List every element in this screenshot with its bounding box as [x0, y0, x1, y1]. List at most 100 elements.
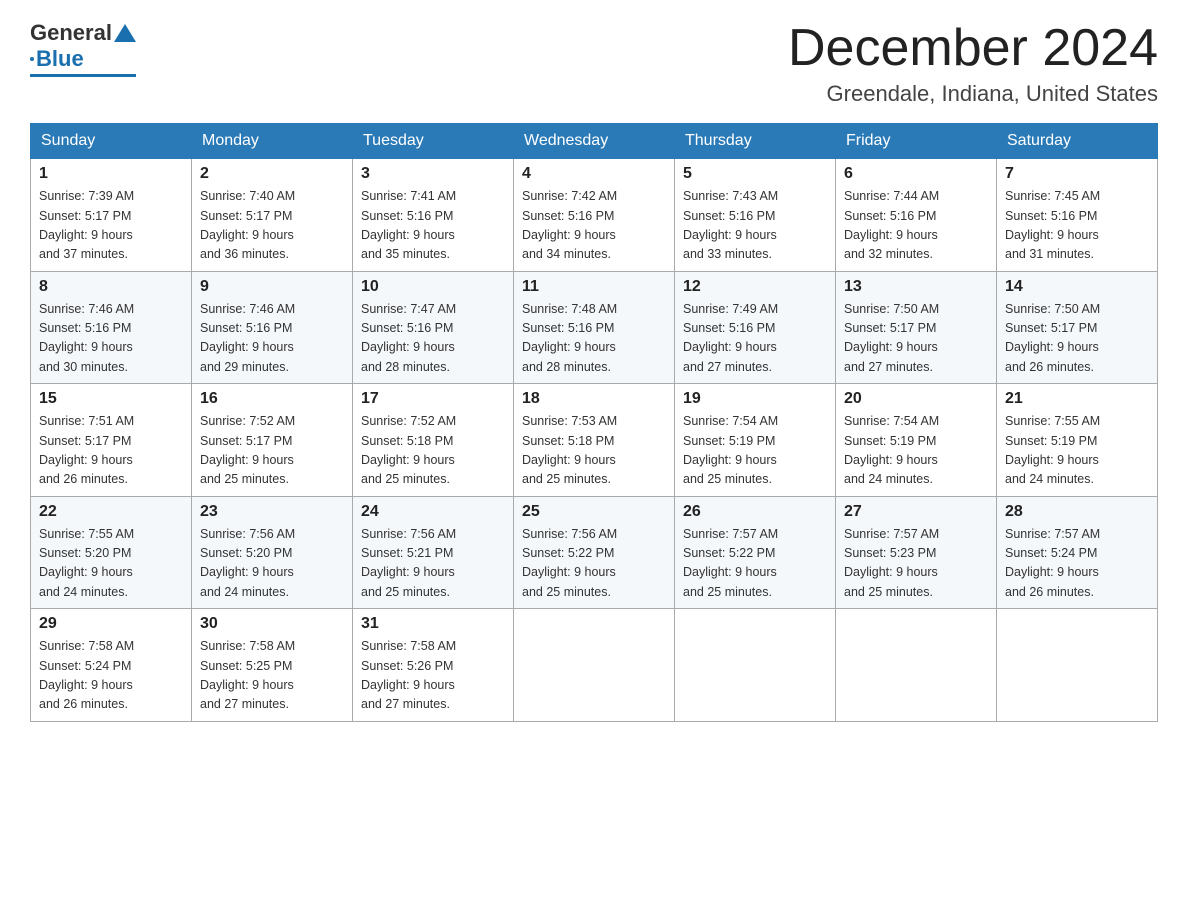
logo-general-text: General	[30, 20, 112, 46]
day-number: 1	[39, 165, 183, 183]
day-info: Sunrise: 7:57 AM Sunset: 5:22 PM Dayligh…	[683, 525, 827, 603]
day-number: 10	[361, 278, 505, 296]
day-info: Sunrise: 7:56 AM Sunset: 5:20 PM Dayligh…	[200, 525, 344, 603]
day-info: Sunrise: 7:54 AM Sunset: 5:19 PM Dayligh…	[683, 412, 827, 490]
day-number: 11	[522, 278, 666, 296]
logo-dot	[30, 57, 34, 61]
day-info: Sunrise: 7:55 AM Sunset: 5:19 PM Dayligh…	[1005, 412, 1149, 490]
day-number: 31	[361, 615, 505, 633]
day-info: Sunrise: 7:46 AM Sunset: 5:16 PM Dayligh…	[39, 300, 183, 378]
calendar-week-row: 15 Sunrise: 7:51 AM Sunset: 5:17 PM Dayl…	[31, 384, 1158, 497]
day-info: Sunrise: 7:58 AM Sunset: 5:26 PM Dayligh…	[361, 637, 505, 715]
table-row: 7 Sunrise: 7:45 AM Sunset: 5:16 PM Dayli…	[997, 159, 1158, 272]
day-number: 23	[200, 503, 344, 521]
table-row: 23 Sunrise: 7:56 AM Sunset: 5:20 PM Dayl…	[192, 496, 353, 609]
day-number: 22	[39, 503, 183, 521]
col-monday: Monday	[192, 124, 353, 159]
day-info: Sunrise: 7:49 AM Sunset: 5:16 PM Dayligh…	[683, 300, 827, 378]
day-number: 6	[844, 165, 988, 183]
table-row: 14 Sunrise: 7:50 AM Sunset: 5:17 PM Dayl…	[997, 271, 1158, 384]
day-info: Sunrise: 7:53 AM Sunset: 5:18 PM Dayligh…	[522, 412, 666, 490]
table-row	[675, 609, 836, 722]
day-info: Sunrise: 7:57 AM Sunset: 5:23 PM Dayligh…	[844, 525, 988, 603]
table-row: 29 Sunrise: 7:58 AM Sunset: 5:24 PM Dayl…	[31, 609, 192, 722]
day-number: 3	[361, 165, 505, 183]
day-info: Sunrise: 7:47 AM Sunset: 5:16 PM Dayligh…	[361, 300, 505, 378]
table-row: 12 Sunrise: 7:49 AM Sunset: 5:16 PM Dayl…	[675, 271, 836, 384]
day-info: Sunrise: 7:40 AM Sunset: 5:17 PM Dayligh…	[200, 187, 344, 265]
col-saturday: Saturday	[997, 124, 1158, 159]
table-row: 6 Sunrise: 7:44 AM Sunset: 5:16 PM Dayli…	[836, 159, 997, 272]
day-number: 21	[1005, 390, 1149, 408]
day-number: 4	[522, 165, 666, 183]
col-tuesday: Tuesday	[353, 124, 514, 159]
col-sunday: Sunday	[31, 124, 192, 159]
day-info: Sunrise: 7:42 AM Sunset: 5:16 PM Dayligh…	[522, 187, 666, 265]
calendar-header-row: Sunday Monday Tuesday Wednesday Thursday…	[31, 124, 1158, 159]
title-section: December 2024 Greendale, Indiana, United…	[788, 20, 1158, 107]
table-row: 20 Sunrise: 7:54 AM Sunset: 5:19 PM Dayl…	[836, 384, 997, 497]
day-info: Sunrise: 7:50 AM Sunset: 5:17 PM Dayligh…	[844, 300, 988, 378]
day-number: 14	[1005, 278, 1149, 296]
table-row: 8 Sunrise: 7:46 AM Sunset: 5:16 PM Dayli…	[31, 271, 192, 384]
table-row: 26 Sunrise: 7:57 AM Sunset: 5:22 PM Dayl…	[675, 496, 836, 609]
day-number: 24	[361, 503, 505, 521]
day-info: Sunrise: 7:52 AM Sunset: 5:17 PM Dayligh…	[200, 412, 344, 490]
day-number: 5	[683, 165, 827, 183]
logo-blue-text: Blue	[36, 46, 84, 72]
table-row: 24 Sunrise: 7:56 AM Sunset: 5:21 PM Dayl…	[353, 496, 514, 609]
calendar-week-row: 1 Sunrise: 7:39 AM Sunset: 5:17 PM Dayli…	[31, 159, 1158, 272]
day-info: Sunrise: 7:45 AM Sunset: 5:16 PM Dayligh…	[1005, 187, 1149, 265]
day-info: Sunrise: 7:57 AM Sunset: 5:24 PM Dayligh…	[1005, 525, 1149, 603]
day-info: Sunrise: 7:48 AM Sunset: 5:16 PM Dayligh…	[522, 300, 666, 378]
table-row	[514, 609, 675, 722]
table-row: 18 Sunrise: 7:53 AM Sunset: 5:18 PM Dayl…	[514, 384, 675, 497]
table-row	[997, 609, 1158, 722]
day-info: Sunrise: 7:44 AM Sunset: 5:16 PM Dayligh…	[844, 187, 988, 265]
col-friday: Friday	[836, 124, 997, 159]
table-row: 11 Sunrise: 7:48 AM Sunset: 5:16 PM Dayl…	[514, 271, 675, 384]
table-row: 3 Sunrise: 7:41 AM Sunset: 5:16 PM Dayli…	[353, 159, 514, 272]
day-info: Sunrise: 7:46 AM Sunset: 5:16 PM Dayligh…	[200, 300, 344, 378]
table-row: 31 Sunrise: 7:58 AM Sunset: 5:26 PM Dayl…	[353, 609, 514, 722]
day-number: 25	[522, 503, 666, 521]
day-info: Sunrise: 7:51 AM Sunset: 5:17 PM Dayligh…	[39, 412, 183, 490]
day-info: Sunrise: 7:58 AM Sunset: 5:25 PM Dayligh…	[200, 637, 344, 715]
table-row: 21 Sunrise: 7:55 AM Sunset: 5:19 PM Dayl…	[997, 384, 1158, 497]
table-row: 4 Sunrise: 7:42 AM Sunset: 5:16 PM Dayli…	[514, 159, 675, 272]
calendar-table: Sunday Monday Tuesday Wednesday Thursday…	[30, 123, 1158, 722]
logo-triangle-icon	[114, 24, 136, 42]
day-number: 26	[683, 503, 827, 521]
day-number: 2	[200, 165, 344, 183]
day-number: 7	[1005, 165, 1149, 183]
day-info: Sunrise: 7:56 AM Sunset: 5:22 PM Dayligh…	[522, 525, 666, 603]
day-number: 17	[361, 390, 505, 408]
table-row: 27 Sunrise: 7:57 AM Sunset: 5:23 PM Dayl…	[836, 496, 997, 609]
day-number: 18	[522, 390, 666, 408]
table-row: 9 Sunrise: 7:46 AM Sunset: 5:16 PM Dayli…	[192, 271, 353, 384]
table-row: 5 Sunrise: 7:43 AM Sunset: 5:16 PM Dayli…	[675, 159, 836, 272]
calendar-week-row: 8 Sunrise: 7:46 AM Sunset: 5:16 PM Dayli…	[31, 271, 1158, 384]
table-row: 13 Sunrise: 7:50 AM Sunset: 5:17 PM Dayl…	[836, 271, 997, 384]
table-row: 1 Sunrise: 7:39 AM Sunset: 5:17 PM Dayli…	[31, 159, 192, 272]
day-info: Sunrise: 7:56 AM Sunset: 5:21 PM Dayligh…	[361, 525, 505, 603]
day-number: 19	[683, 390, 827, 408]
day-number: 27	[844, 503, 988, 521]
table-row: 25 Sunrise: 7:56 AM Sunset: 5:22 PM Dayl…	[514, 496, 675, 609]
table-row: 30 Sunrise: 7:58 AM Sunset: 5:25 PM Dayl…	[192, 609, 353, 722]
day-number: 8	[39, 278, 183, 296]
table-row: 2 Sunrise: 7:40 AM Sunset: 5:17 PM Dayli…	[192, 159, 353, 272]
table-row: 19 Sunrise: 7:54 AM Sunset: 5:19 PM Dayl…	[675, 384, 836, 497]
day-info: Sunrise: 7:39 AM Sunset: 5:17 PM Dayligh…	[39, 187, 183, 265]
day-info: Sunrise: 7:50 AM Sunset: 5:17 PM Dayligh…	[1005, 300, 1149, 378]
day-number: 12	[683, 278, 827, 296]
day-info: Sunrise: 7:54 AM Sunset: 5:19 PM Dayligh…	[844, 412, 988, 490]
day-number: 28	[1005, 503, 1149, 521]
table-row: 22 Sunrise: 7:55 AM Sunset: 5:20 PM Dayl…	[31, 496, 192, 609]
day-info: Sunrise: 7:41 AM Sunset: 5:16 PM Dayligh…	[361, 187, 505, 265]
day-number: 13	[844, 278, 988, 296]
location-text: Greendale, Indiana, United States	[788, 81, 1158, 107]
page-header: General Blue December 2024 Greendale, In…	[30, 20, 1158, 107]
calendar-week-row: 22 Sunrise: 7:55 AM Sunset: 5:20 PM Dayl…	[31, 496, 1158, 609]
table-row: 15 Sunrise: 7:51 AM Sunset: 5:17 PM Dayl…	[31, 384, 192, 497]
